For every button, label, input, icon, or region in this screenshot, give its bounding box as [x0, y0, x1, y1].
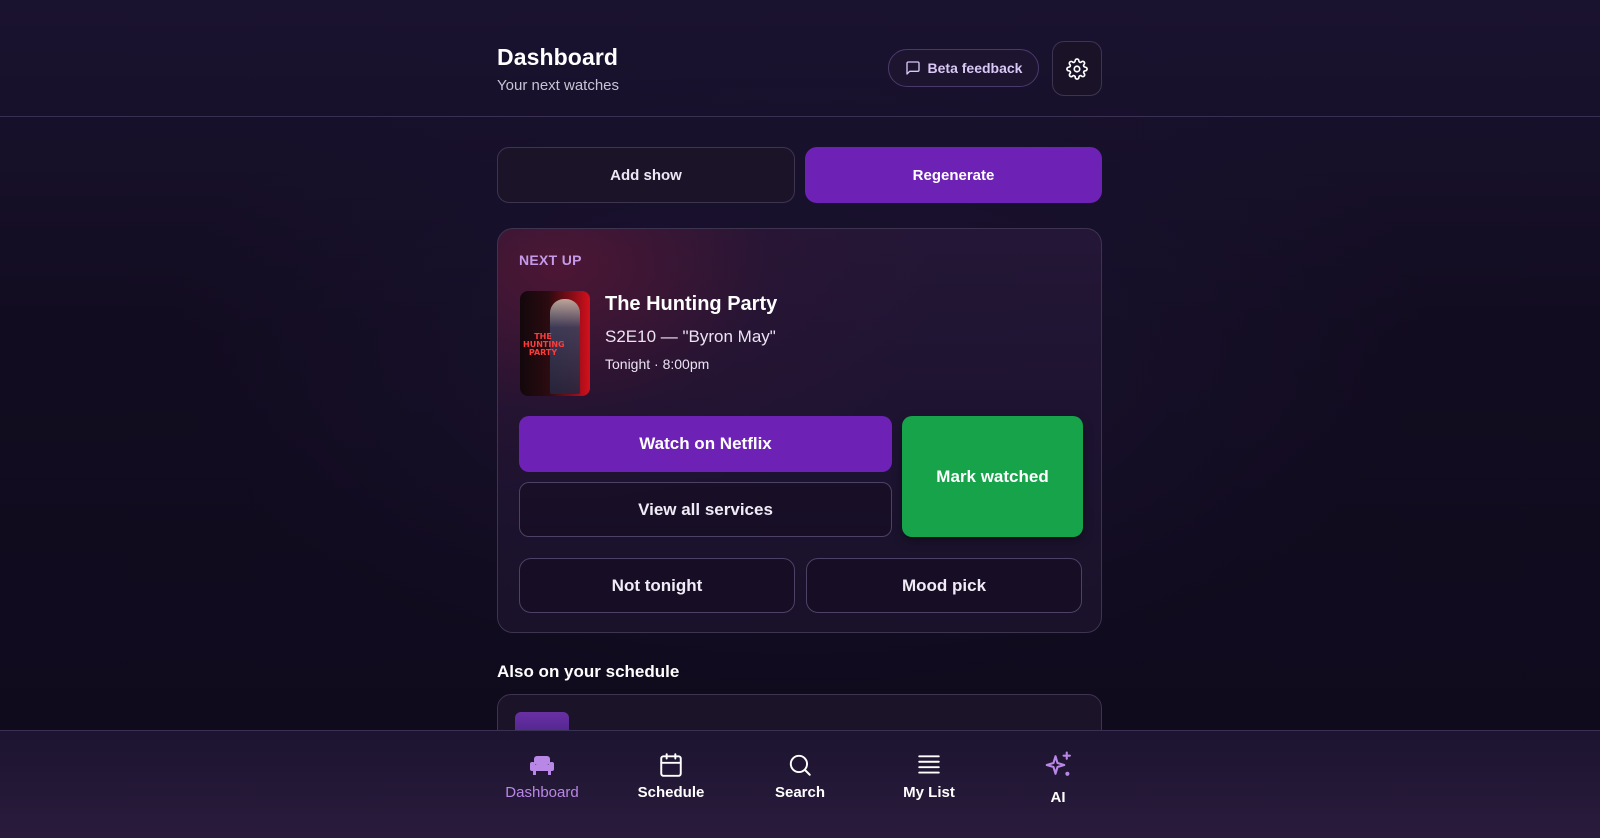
view-all-services-button[interactable]: View all services — [519, 482, 892, 537]
nav-label-my-list: My List — [903, 784, 955, 801]
bottom-nav: Dashboard Schedule Search My List AI — [0, 730, 1600, 838]
nav-item-schedule[interactable]: Schedule — [616, 731, 726, 838]
add-show-button[interactable]: Add show — [497, 147, 795, 203]
page-title: Dashboard — [497, 44, 619, 70]
nav-label-dashboard: Dashboard — [505, 784, 579, 801]
header-inner: Dashboard Your next watches Beta feedbac… — [497, 0, 1102, 117]
couch-icon — [527, 750, 557, 780]
settings-button[interactable] — [1052, 41, 1102, 96]
not-tonight-button[interactable]: Not tonight — [519, 558, 795, 613]
message-square-icon — [905, 60, 921, 76]
poster-title-text: THE HUNTING PARTY — [523, 332, 565, 357]
nav-label-schedule: Schedule — [637, 784, 705, 801]
show-title: The Hunting Party — [605, 293, 778, 315]
beta-feedback-label: Beta feedback — [927, 60, 1023, 76]
sparkles-icon — [1043, 750, 1073, 780]
app-root: Dashboard Your next watches Beta feedbac… — [0, 0, 1600, 838]
gear-icon — [1066, 57, 1088, 80]
episode-info: S2E10 — "Byron May" — [605, 327, 776, 346]
watch-on-netflix-button[interactable]: Watch on Netflix — [519, 416, 892, 472]
next-up-label: NEXT UP — [519, 252, 582, 268]
beta-feedback-button[interactable]: Beta feedback — [888, 49, 1039, 87]
airtime: Tonight · 8:00pm — [605, 356, 710, 372]
top-actions: Add show Regenerate — [497, 147, 1102, 203]
calendar-icon — [656, 750, 686, 780]
also-on-schedule-heading: Also on your schedule — [497, 662, 680, 681]
list-icon — [914, 750, 944, 780]
nav-item-ai[interactable]: AI — [1003, 731, 1113, 838]
nav-label-ai: AI — [1050, 789, 1066, 806]
nav-item-search[interactable]: Search — [745, 731, 855, 838]
next-up-card: NEXT UP THE HUNTING PARTY The Hunting Pa… — [497, 228, 1102, 633]
mood-pick-button[interactable]: Mood pick — [806, 558, 1082, 613]
nav-label-search: Search — [774, 784, 826, 801]
header: Dashboard Your next watches Beta feedbac… — [0, 0, 1600, 117]
nav-item-dashboard[interactable]: Dashboard — [487, 731, 597, 838]
search-icon — [785, 750, 815, 780]
regenerate-button[interactable]: Regenerate — [805, 147, 1102, 203]
show-poster[interactable]: THE HUNTING PARTY — [520, 291, 590, 396]
page-subtitle: Your next watches — [497, 77, 620, 94]
nav-item-my-list[interactable]: My List — [874, 731, 984, 838]
mark-watched-button[interactable]: Mark watched — [902, 416, 1083, 537]
